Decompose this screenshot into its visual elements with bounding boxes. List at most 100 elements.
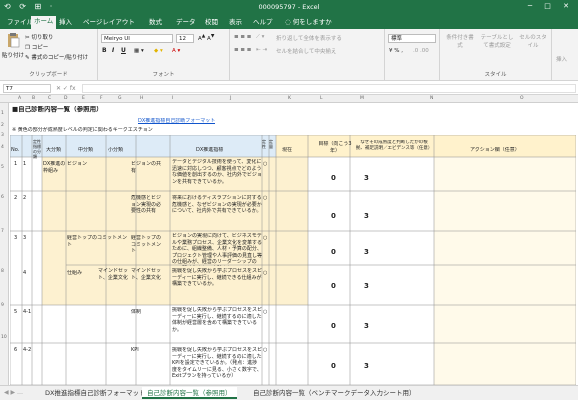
formula-input[interactable] — [82, 84, 576, 93]
tab-home[interactable]: ホーム — [31, 16, 57, 29]
window-title: 000095797 - Excel — [258, 3, 320, 11]
row-mid: 仕組み — [67, 270, 83, 276]
cells-group: 挿入 — [552, 29, 578, 80]
row-text: データとデジタル技術を使って、変化に迅速に対応しつつ、顧客視点でどのような価値を… — [172, 159, 262, 185]
row-no: 6 — [14, 347, 18, 353]
orientation-icon[interactable]: ⟋ ▾ — [256, 34, 264, 41]
styles-group-label: スタイル — [484, 72, 507, 78]
cut-button[interactable]: ✂ 切り取り — [25, 33, 53, 41]
row-mid: ビジョン — [67, 161, 88, 167]
format-as-table-button[interactable]: テーブルとして書式設定 — [480, 33, 514, 49]
column-headers: ABCDEFGHIJKLMNO — [0, 95, 578, 103]
font-size-box[interactable]: 12 — [176, 34, 194, 43]
row-current: 0 — [331, 249, 336, 256]
number-format-box[interactable]: 標準 — [388, 34, 436, 43]
font-group: Meiryo UI 12 A▲ A▼ B I U ▦ ▾ ◆ ▾ A ▾ フォン… — [98, 29, 230, 80]
paste-button[interactable]: 貼り付け — [2, 51, 24, 59]
row-text: 挑戦を促し失敗から学ぶプロセスをスピーディーに実行し、継続するのに適した体制が経… — [172, 307, 262, 333]
row-num: 1 — [23, 161, 27, 167]
tab-help[interactable]: ヘルプ — [250, 17, 276, 29]
sheet-tab-reference[interactable]: 自己診断内容一覧（参照用） — [142, 387, 237, 399]
sheet-subtitle: ※ 黄色の部分が成熟度レベルの判定に関わるキークエスチョン — [12, 127, 153, 133]
border-icon[interactable]: ▦ ▾ — [134, 48, 144, 54]
font-grow-icon[interactable]: A▲ A▼ — [198, 34, 214, 42]
cut-label: 切り取り — [31, 35, 54, 41]
assessment-table — [10, 135, 576, 385]
row-flag: ○ — [263, 270, 268, 276]
row-no: 1 — [14, 161, 18, 167]
title-bar: ⟲ ⟳ ⊞ · 000095797 - Excel ─ □ ✕ — [0, 0, 578, 14]
tab-data[interactable]: データ — [173, 17, 199, 29]
row-flag: ○ — [263, 195, 268, 201]
spreadsheet-grid[interactable]: ABCDEFGHIJKLMNO 1 2 3 4 5 6 7 8 9 10 ■自己診断内容一覧（参照… — [0, 95, 578, 385]
decimal-icon[interactable]: .0 .00 — [413, 48, 429, 54]
clipboard-group-label: クリップボード — [29, 72, 68, 78]
row-current: 0 — [331, 283, 336, 290]
align-top-icon[interactable]: ≡ ≡ ≡ — [234, 34, 251, 40]
italic-icon[interactable]: I — [112, 47, 114, 54]
row-target: 3 — [364, 249, 369, 256]
lightbulb-icon: ◌ — [285, 18, 293, 26]
wrap-text-button[interactable]: 折り返して全体を表示する — [276, 34, 342, 42]
row-item: マインドセット、企業文化 — [131, 268, 162, 281]
row-num: 2 — [23, 195, 27, 201]
currency-icon[interactable]: ¥ % , — [389, 48, 403, 54]
row-num: 4 — [23, 270, 27, 276]
window-controls[interactable]: ─ □ ✕ — [528, 2, 574, 10]
row-small: マインドセット、企業文化 — [98, 268, 128, 281]
row-text: ビジョンの実現に向けて、ビジネスモデルや業務プロセス、企業文化を変革するために、… — [172, 233, 262, 266]
tab-view[interactable]: 表示 — [226, 17, 245, 29]
header-definition: 定性指標の分類 — [33, 139, 41, 159]
sheet-tab-bar: ◀ ▶ … DX推進指標自己診断フォーマット 自己診断内容一覧（参照用） 自己診… — [0, 385, 578, 400]
tab-review[interactable]: 校閲 — [202, 17, 221, 29]
row-item: KPI — [131, 347, 139, 353]
fill-color-icon[interactable]: ◆ ▾ — [154, 48, 163, 54]
tab-insert[interactable]: 挿入 — [56, 17, 75, 29]
align-left-icon[interactable]: ≡ ≡ ≡ — [234, 47, 251, 53]
header-no: No. — [11, 147, 20, 153]
format-sheet-link[interactable]: DX推進指標自己診断フォーマット — [138, 118, 215, 125]
font-name-box[interactable]: Meiryo UI — [101, 34, 173, 43]
row-item: 体制 — [131, 309, 142, 315]
alignment-group: ≡ ≡ ≡ ⟋ ▾ 折り返して全体を表示する ≡ ≡ ≡ ⇤ ⇥ セルを結合して… — [230, 29, 385, 80]
indent-icon[interactable]: ⇤ ⇥ — [256, 47, 267, 53]
formula-bar: T7 ✕ ✓ fx — [0, 82, 578, 95]
sheet-title: ■自己診断内容一覧（参照用） — [12, 106, 103, 113]
copy-button[interactable]: ❐ コピー — [25, 43, 48, 51]
cell-styles-button[interactable]: セルのスタイル — [518, 33, 548, 49]
fx-icon[interactable]: ✕ ✓ fx — [56, 85, 76, 92]
tell-me-search[interactable]: ◌ 何をしますか — [282, 17, 335, 29]
header-large: 大分類 — [46, 147, 62, 153]
sheet-tab-benchmark[interactable]: 自己診断内容一覧（ベンチマークデータ入力シート用） — [248, 387, 421, 399]
font-color-icon[interactable]: A ▾ — [172, 48, 180, 54]
row-target: 3 — [364, 323, 369, 330]
row-large: DX推進の枠組み — [43, 161, 66, 174]
row-current: 0 — [331, 363, 336, 370]
row-text: 挑戦を促し失敗から学ぶプロセスをスピーディーに実行し、継続するのに適したKPIを… — [172, 347, 262, 379]
name-box[interactable]: T7 — [3, 84, 51, 93]
header-action: アクション欄（任意） — [470, 147, 520, 153]
sheet-tab-format[interactable]: DX推進指標自己診断フォーマット — [40, 387, 150, 399]
row-item: ビジョンの共有 — [131, 161, 162, 174]
insert-cells-button[interactable]: 挿入 — [556, 55, 567, 63]
row-flag: ○ — [263, 309, 268, 315]
row-no: 2 — [14, 195, 18, 201]
styles-group: 条件付き書式 テーブルとして書式設定 セルのスタイル スタイル — [440, 29, 552, 80]
format-painter-button[interactable]: ✎ 書式のコピー/貼り付け — [25, 53, 88, 61]
header-current: 現在 — [282, 147, 293, 153]
bold-icon[interactable]: B — [102, 47, 107, 54]
header-mid: 中分類 — [78, 147, 94, 153]
paste-icon[interactable] — [6, 33, 20, 48]
underline-icon[interactable]: U — [121, 47, 126, 54]
header-reason: なぜその成熟度と判断したかの根拠、補足説明／エビデンス等（任意） — [356, 140, 432, 151]
conditional-formatting-button[interactable]: 条件付き書式 — [444, 33, 476, 49]
merge-center-button[interactable]: セルを結合して中央揃え — [276, 47, 336, 55]
row-current: 0 — [331, 213, 336, 220]
clipboard-group: 貼り付け ✂ 切り取り ❐ コピー ✎ 書式のコピー/貼り付け クリップボード — [0, 29, 98, 80]
header-fill-main — [42, 135, 262, 157]
tab-scroll-icon[interactable]: ◀ ▶ … — [4, 389, 23, 396]
tab-page-layout[interactable]: ページレイアウト — [80, 17, 138, 29]
tab-formulas[interactable]: 数式 — [146, 17, 165, 29]
row-target: 3 — [364, 175, 369, 182]
row-current: 0 — [331, 175, 336, 182]
